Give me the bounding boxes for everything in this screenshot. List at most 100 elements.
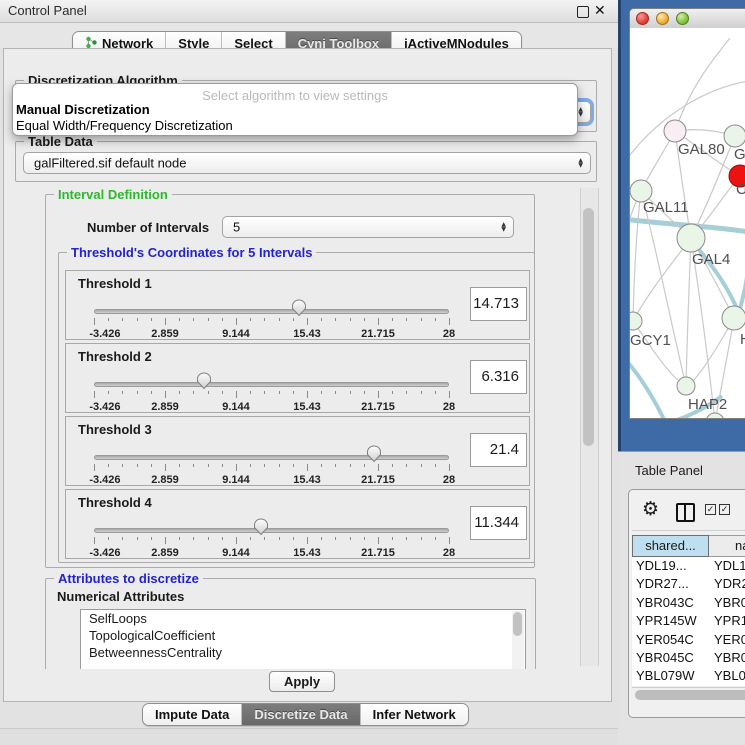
slider-tick	[165, 464, 166, 471]
table-cell: YDR2	[710, 575, 745, 593]
slider-tick-label: 2.859	[151, 401, 179, 413]
network-window: GAL80GCGAL11GAL4GCY1HHAP2	[629, 8, 745, 419]
numerical-attributes-list[interactable]: SelfLoopsTopologicalCoefficientBetweenne…	[80, 609, 526, 669]
threshold-slider[interactable]: -3.4262.8599.14415.4321.71528	[94, 371, 449, 411]
network-node[interactable]	[664, 120, 686, 142]
close-traffic-light-icon[interactable]	[636, 12, 649, 25]
settings-scrollbar[interactable]	[580, 188, 599, 666]
table-cell: YPR145W	[632, 612, 710, 630]
slider-tick	[151, 391, 152, 394]
slider-track[interactable]	[94, 528, 449, 533]
slider-tick-label: 28	[443, 474, 455, 486]
hscrollbar-thumb[interactable]	[635, 690, 745, 700]
minimize-traffic-light-icon[interactable]	[656, 12, 669, 25]
divider	[632, 530, 745, 531]
table-cell: YBL0	[710, 667, 745, 685]
slider-track[interactable]	[94, 309, 449, 314]
attributes-section: Attributes to discretize Numerical Attri…	[45, 578, 536, 669]
slider-track[interactable]	[94, 455, 449, 460]
table-data-combobox[interactable]: galFiltered.sif default node ▲▼	[23, 152, 591, 174]
table-row[interactable]: YBL079WYBL0	[632, 667, 745, 685]
checkbox-pair-icon[interactable]: ✓✓	[705, 504, 730, 515]
slider-tick	[406, 464, 407, 467]
slider-tick	[137, 318, 138, 321]
threshold-row-1: Threshold 1-3.4262.8599.14415.4321.71528…	[65, 270, 530, 340]
network-edge-thick	[630, 358, 670, 419]
dropdown-option-equal-width-frequency[interactable]: Equal Width/Frequency Discretization	[16, 118, 233, 133]
slider-handle[interactable]	[291, 299, 307, 317]
table-cell: YBR0	[710, 649, 745, 667]
tab-discretize-data[interactable]: Discretize Data	[241, 704, 359, 725]
table-row[interactable]: YDL19...YDL1	[632, 557, 745, 575]
network-edge	[686, 238, 691, 386]
network-node[interactable]	[722, 306, 745, 330]
number-of-intervals-combobox[interactable]: 5 ▲▼	[222, 216, 514, 238]
threshold-value-field[interactable]: 14.713	[470, 287, 527, 321]
network-node[interactable]	[706, 413, 724, 419]
slider-tick	[321, 537, 322, 540]
threshold-slider[interactable]: -3.4262.8599.14415.4321.71528	[94, 444, 449, 484]
numerical-attributes-heading: Numerical Attributes	[57, 589, 184, 604]
table-window: ⚙ ✓✓ shared... na YDL19...YDL1YDR27...YD…	[628, 489, 745, 718]
network-node-label-gal11: GAL11	[643, 199, 689, 216]
slider-tick	[307, 391, 308, 398]
table-cell: YBR045C	[632, 649, 710, 667]
slider-tick	[392, 537, 393, 540]
slider-tick	[307, 318, 308, 325]
table-hscrollbar[interactable]	[632, 687, 745, 703]
close-icon[interactable]: ✕	[594, 2, 606, 19]
slider-tick	[449, 318, 450, 325]
column-header-shared[interactable]: shared...	[632, 535, 709, 557]
attribute-item-selfloops[interactable]: SelfLoops	[81, 610, 525, 627]
tab-label: Infer Network	[373, 707, 456, 722]
float-window-icon[interactable]	[577, 6, 589, 18]
table-row[interactable]: YPR145WYPR1	[632, 612, 745, 630]
slider-tick-label: 2.859	[151, 328, 179, 340]
table-cell: YDL1	[710, 557, 745, 575]
threshold-slider[interactable]: -3.4262.8599.14415.4321.71528	[94, 517, 449, 557]
network-canvas[interactable]: GAL80GCGAL11GAL4GCY1HHAP2	[630, 28, 745, 418]
table-row[interactable]: YER054CYER0	[632, 631, 745, 649]
network-node[interactable]	[630, 312, 642, 330]
slider-tick-label: -3.426	[89, 328, 120, 340]
scrollbar-thumb[interactable]	[583, 208, 594, 446]
slider-handle[interactable]	[253, 518, 269, 536]
gear-icon[interactable]: ⚙	[642, 498, 659, 520]
slider-tick	[122, 464, 123, 467]
screenshot-root: Control Panel ✕ NetworkStyleSelectCyni T…	[0, 0, 745, 745]
table-row[interactable]: YBR043CYBR0	[632, 594, 745, 612]
threshold-row-3: Threshold 3 -3.4262.8599.14415.4321.71528…	[65, 416, 530, 486]
threshold-value-field[interactable]: 6.316	[470, 360, 527, 394]
slider-tick	[179, 391, 180, 394]
threshold-value-field[interactable]: 21.4	[470, 433, 527, 467]
network-node[interactable]	[724, 125, 745, 147]
slider-handle[interactable]	[366, 445, 382, 463]
tab-infer-network[interactable]: Infer Network	[360, 704, 468, 725]
network-node[interactable]	[677, 224, 705, 252]
slider-tick-label: 15.43	[293, 547, 321, 559]
slider-tick	[392, 391, 393, 394]
list-scrollbar[interactable]	[512, 611, 524, 669]
slider-tick	[193, 318, 194, 321]
threshold-value-field[interactable]: 11.344	[470, 506, 527, 540]
column-selector-icon[interactable]	[676, 503, 695, 522]
column-header-name[interactable]: na	[709, 535, 745, 557]
slider-tick	[449, 537, 450, 544]
network-node[interactable]	[677, 377, 695, 395]
slider-handle[interactable]	[196, 372, 212, 390]
slider-tick	[321, 391, 322, 394]
table-row[interactable]: YBR045CYBR0	[632, 649, 745, 667]
slider-tick	[293, 464, 294, 467]
slider-tick	[193, 464, 194, 467]
attribute-item-betweennesscentrality[interactable]: BetweennessCentrality	[81, 644, 525, 661]
threshold-label: Threshold 3	[78, 422, 152, 437]
threshold-slider[interactable]: -3.4262.8599.14415.4321.71528	[94, 298, 449, 338]
apply-button[interactable]: Apply	[269, 671, 335, 692]
slider-track[interactable]	[94, 382, 449, 387]
dropdown-option-manual-discretization[interactable]: Manual Discretization	[16, 102, 150, 117]
attribute-item-topologicalcoefficient[interactable]: TopologicalCoefficient	[81, 627, 525, 644]
zoom-traffic-light-icon[interactable]	[676, 12, 689, 25]
table-row[interactable]: YDR27...YDR2	[632, 575, 745, 593]
network-node-label-c: C	[736, 181, 745, 198]
tab-impute-data[interactable]: Impute Data	[143, 704, 241, 725]
